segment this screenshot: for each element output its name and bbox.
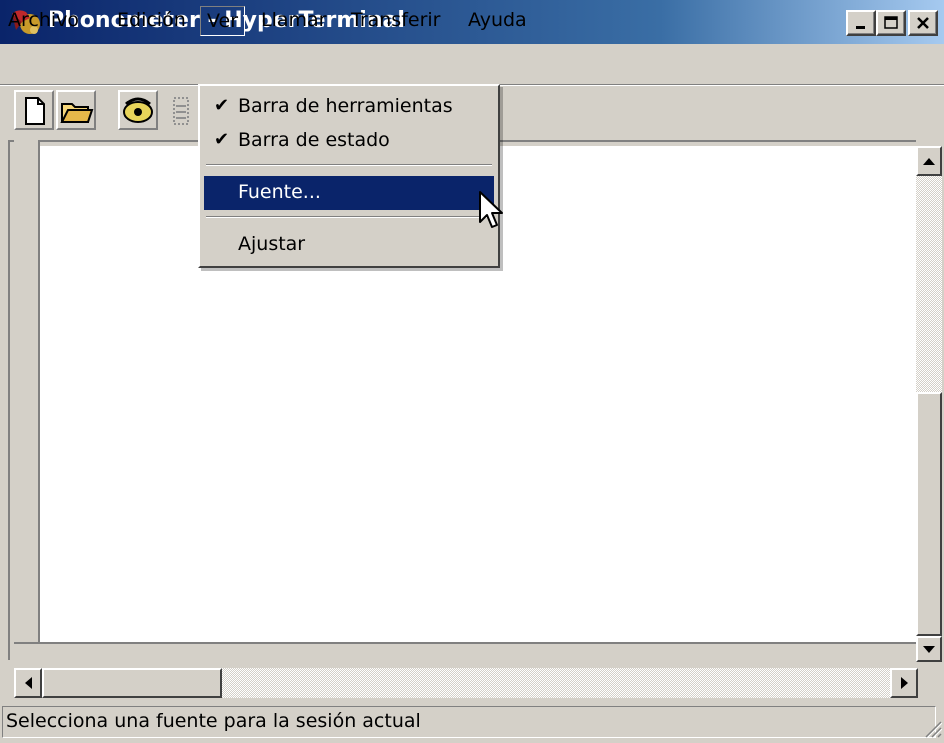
scroll-up-button[interactable] xyxy=(916,146,942,176)
maximize-icon xyxy=(884,16,898,29)
terminal-margin xyxy=(14,140,40,652)
open-button[interactable] xyxy=(56,90,96,130)
new-connection-button[interactable] xyxy=(14,90,54,130)
menu-item-label: Barra de herramientas xyxy=(238,95,453,117)
menu-item-label: Ajustar xyxy=(238,233,306,255)
close-icon xyxy=(917,17,929,29)
maximize-button[interactable] xyxy=(876,10,906,36)
phone-connect-icon xyxy=(123,97,153,123)
resize-grip-icon[interactable] xyxy=(922,718,943,739)
minimize-icon xyxy=(856,26,865,29)
menu-item-barra-estado[interactable]: ✔ Barra de estado xyxy=(204,124,494,158)
menu-item-barra-herramientas[interactable]: ✔ Barra de herramientas xyxy=(204,90,494,124)
ver-dropdown-menu: ✔ Barra de herramientas ✔ Barra de estad… xyxy=(198,84,500,268)
menu-ver[interactable]: Ver xyxy=(200,6,246,36)
menu-separator xyxy=(206,164,492,166)
call-button[interactable] xyxy=(118,90,158,130)
menu-llamar[interactable]: Llamar xyxy=(255,6,332,36)
terminal-bottom-margin xyxy=(14,642,916,652)
menu-ayuda[interactable]: Ayuda xyxy=(462,6,533,36)
arrow-right-icon xyxy=(900,677,908,689)
vertical-scroll-thumb[interactable] xyxy=(916,392,942,636)
hang-up-button[interactable] xyxy=(166,92,196,128)
scroll-left-button[interactable] xyxy=(14,668,42,698)
open-folder-icon xyxy=(60,103,94,123)
menu-item-fuente[interactable]: Fuente... xyxy=(204,176,494,210)
menu-edicion[interactable]: Edición xyxy=(111,6,192,36)
menu-archivo[interactable]: Archivo xyxy=(2,6,85,36)
phone-disconnect-icon xyxy=(173,97,189,125)
arrow-left-icon xyxy=(24,677,32,689)
menu-item-label: Fuente... xyxy=(238,181,321,203)
menu-bar xyxy=(0,44,944,84)
horizontal-scroll-thumb[interactable] xyxy=(42,668,222,698)
new-document-icon xyxy=(25,97,45,125)
menu-separator xyxy=(206,216,492,218)
menu-transferir[interactable]: Transferir xyxy=(345,6,447,36)
minimize-button[interactable] xyxy=(846,10,876,36)
arrow-down-icon xyxy=(923,645,935,653)
checkmark-icon: ✔ xyxy=(214,129,230,150)
checkmark-icon: ✔ xyxy=(214,95,230,116)
close-button[interactable] xyxy=(908,10,938,36)
menu-item-label: Barra de estado xyxy=(238,129,390,151)
menu-item-ajustar[interactable]: Ajustar xyxy=(204,228,494,262)
mouse-cursor-icon xyxy=(478,190,508,234)
status-text: Selecciona una fuente para la sesión act… xyxy=(6,710,421,732)
arrow-up-icon xyxy=(923,157,935,165)
scroll-right-button[interactable] xyxy=(890,668,918,698)
scroll-down-button[interactable] xyxy=(916,636,942,662)
